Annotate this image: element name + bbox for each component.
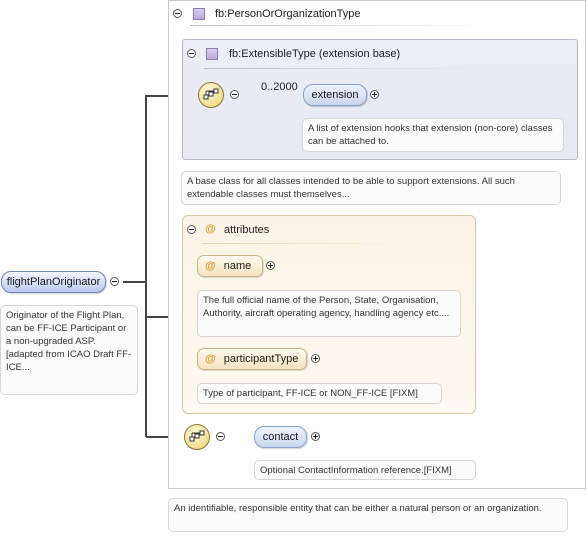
attribute-name-documentation: The full official name of the Person, St… bbox=[197, 290, 461, 337]
base-title: fb:ExtensibleType (extension base) bbox=[229, 48, 401, 60]
attribute-participantType-expand-icon[interactable] bbox=[311, 354, 320, 363]
connector-root bbox=[123, 281, 146, 283]
base-collapse-icon[interactable] bbox=[187, 49, 196, 58]
extension-cardinality: 0..2000 bbox=[261, 81, 298, 93]
contact-label: contact bbox=[262, 431, 299, 443]
sequence-compositor-icon[interactable] bbox=[198, 82, 224, 108]
complex-type-icon bbox=[193, 8, 205, 20]
contact-sequence-collapse-icon[interactable] bbox=[216, 432, 225, 441]
root-documentation: Originator of the Flight Plan, can be FF… bbox=[0, 305, 138, 395]
contact-documentation: Optional ContactInformation reference.[F… bbox=[254, 460, 476, 480]
base-type-icon bbox=[206, 48, 218, 60]
contact-expand-icon[interactable] bbox=[311, 432, 320, 441]
attribute-participantType-documentation: Type of participant, FF-ICE or NON_FF-IC… bbox=[197, 383, 442, 404]
extension-label: extension bbox=[311, 89, 359, 101]
contact-sequence-icon[interactable] bbox=[184, 424, 210, 450]
connector-vertical bbox=[145, 95, 147, 437]
type-collapse-icon[interactable] bbox=[173, 9, 182, 18]
attribute-name[interactable]: @ name bbox=[197, 255, 263, 277]
extension-expand-icon[interactable] bbox=[370, 90, 379, 99]
contact-sequence-glyph bbox=[189, 430, 205, 442]
extension-element[interactable]: extension bbox=[303, 84, 367, 106]
sequence-glyph bbox=[203, 88, 219, 100]
base-documentation: A base class for all classes intended to… bbox=[181, 171, 561, 205]
attribute-participantType[interactable]: @ participantType bbox=[197, 348, 307, 370]
extension-documentation: A list of extension hooks that extension… bbox=[302, 118, 564, 152]
root-element-label: flightPlanOriginator bbox=[6, 276, 101, 288]
base-title-divider bbox=[204, 68, 484, 69]
attributes-collapse-icon[interactable] bbox=[187, 225, 196, 234]
attribute-name-expand-icon[interactable] bbox=[266, 261, 275, 270]
attributes-title: attributes bbox=[224, 224, 270, 236]
type-title: fb:PersonOrOrganizationType bbox=[215, 8, 361, 20]
at-sign-icon: @ bbox=[205, 223, 216, 235]
attribute-name-label: name bbox=[223, 260, 252, 272]
sequence-collapse-icon[interactable] bbox=[230, 90, 239, 99]
type-documentation: An identifiable, responsible entity that… bbox=[168, 498, 568, 532]
root-element-flightPlanOriginator[interactable]: flightPlanOriginator bbox=[1, 271, 106, 293]
attributes-title-divider bbox=[202, 243, 402, 244]
attribute-participantType-label: participantType bbox=[223, 353, 299, 365]
type-title-divider bbox=[190, 25, 490, 26]
attribute-name-at-icon: @ bbox=[205, 260, 216, 272]
root-collapse-icon[interactable] bbox=[110, 277, 119, 286]
contact-element[interactable]: contact bbox=[254, 426, 307, 448]
attribute-participantType-at-icon: @ bbox=[205, 353, 216, 365]
